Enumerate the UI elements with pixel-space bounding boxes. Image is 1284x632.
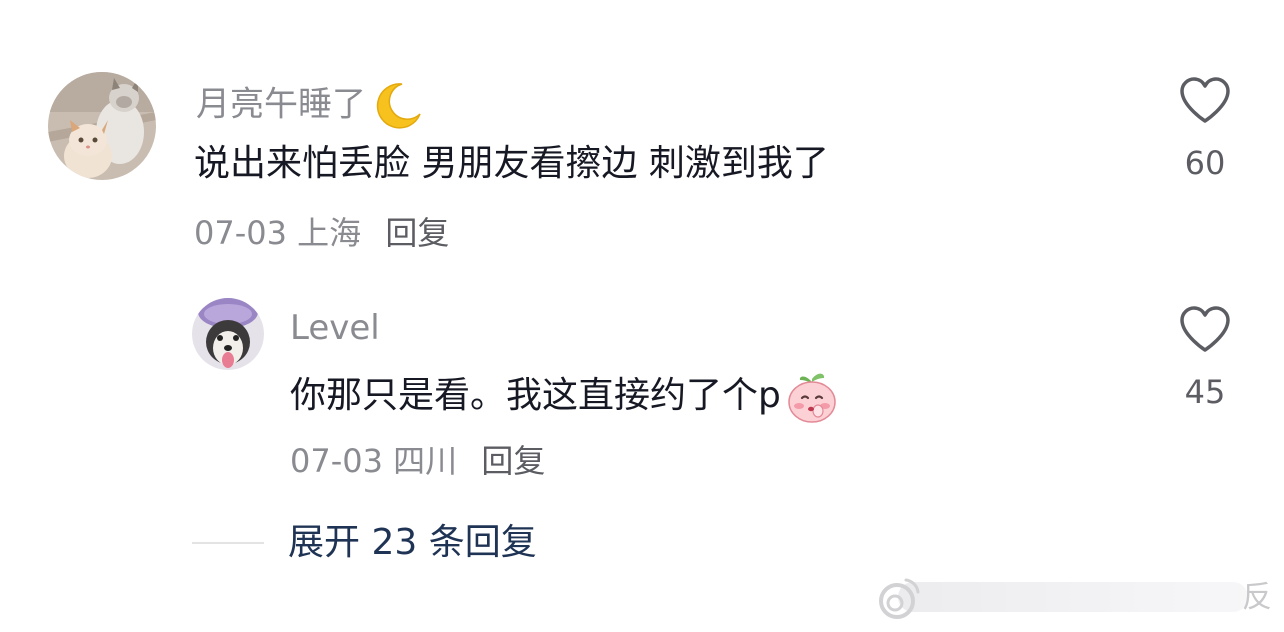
like-button[interactable]: 60	[1170, 76, 1240, 182]
like-count: 60	[1184, 144, 1226, 182]
watermark-bar	[898, 582, 1248, 612]
avatar[interactable]	[192, 298, 264, 370]
watermark: 反	[868, 572, 1278, 626]
crescent-moon-emoji	[372, 80, 424, 132]
comment-meta: 07-03 上海 回复	[194, 214, 449, 252]
husky-dog-avatar-image	[192, 298, 264, 370]
heart-outline-icon	[1180, 306, 1230, 352]
username[interactable]: Level	[290, 308, 380, 348]
like-button[interactable]: 45	[1170, 305, 1240, 411]
comment-location: 四川	[393, 442, 458, 480]
expand-replies-button[interactable]: 展开 23 条回复	[288, 521, 537, 565]
expand-divider	[192, 542, 264, 544]
comment-date: 07-03	[194, 214, 287, 252]
like-count: 45	[1184, 373, 1226, 411]
reply-button[interactable]: 回复	[385, 214, 449, 252]
reply-button[interactable]: 回复	[481, 442, 545, 480]
username[interactable]: 月亮午睡了	[196, 80, 424, 132]
avatar[interactable]	[48, 72, 156, 180]
comment-date: 07-03	[290, 442, 383, 480]
comment-text: 你那只是看。我这直接约了个p	[290, 370, 839, 424]
comment-text: 说出来怕丢脸 男朋友看擦边 刺激到我了	[194, 143, 829, 184]
two-cats-avatar-image	[48, 72, 156, 180]
watermark-text: 反	[1242, 580, 1272, 615]
username-text: 月亮午睡了	[196, 84, 366, 125]
heart-outline-icon	[1180, 77, 1230, 123]
comment-text-body: 你那只是看。我这直接约了个p	[290, 375, 781, 416]
weibo-logo-icon	[879, 578, 920, 619]
comment-location: 上海	[297, 214, 362, 252]
comment-meta: 07-03 四川 回复	[290, 442, 545, 480]
shy-peach-emoji	[785, 370, 839, 424]
